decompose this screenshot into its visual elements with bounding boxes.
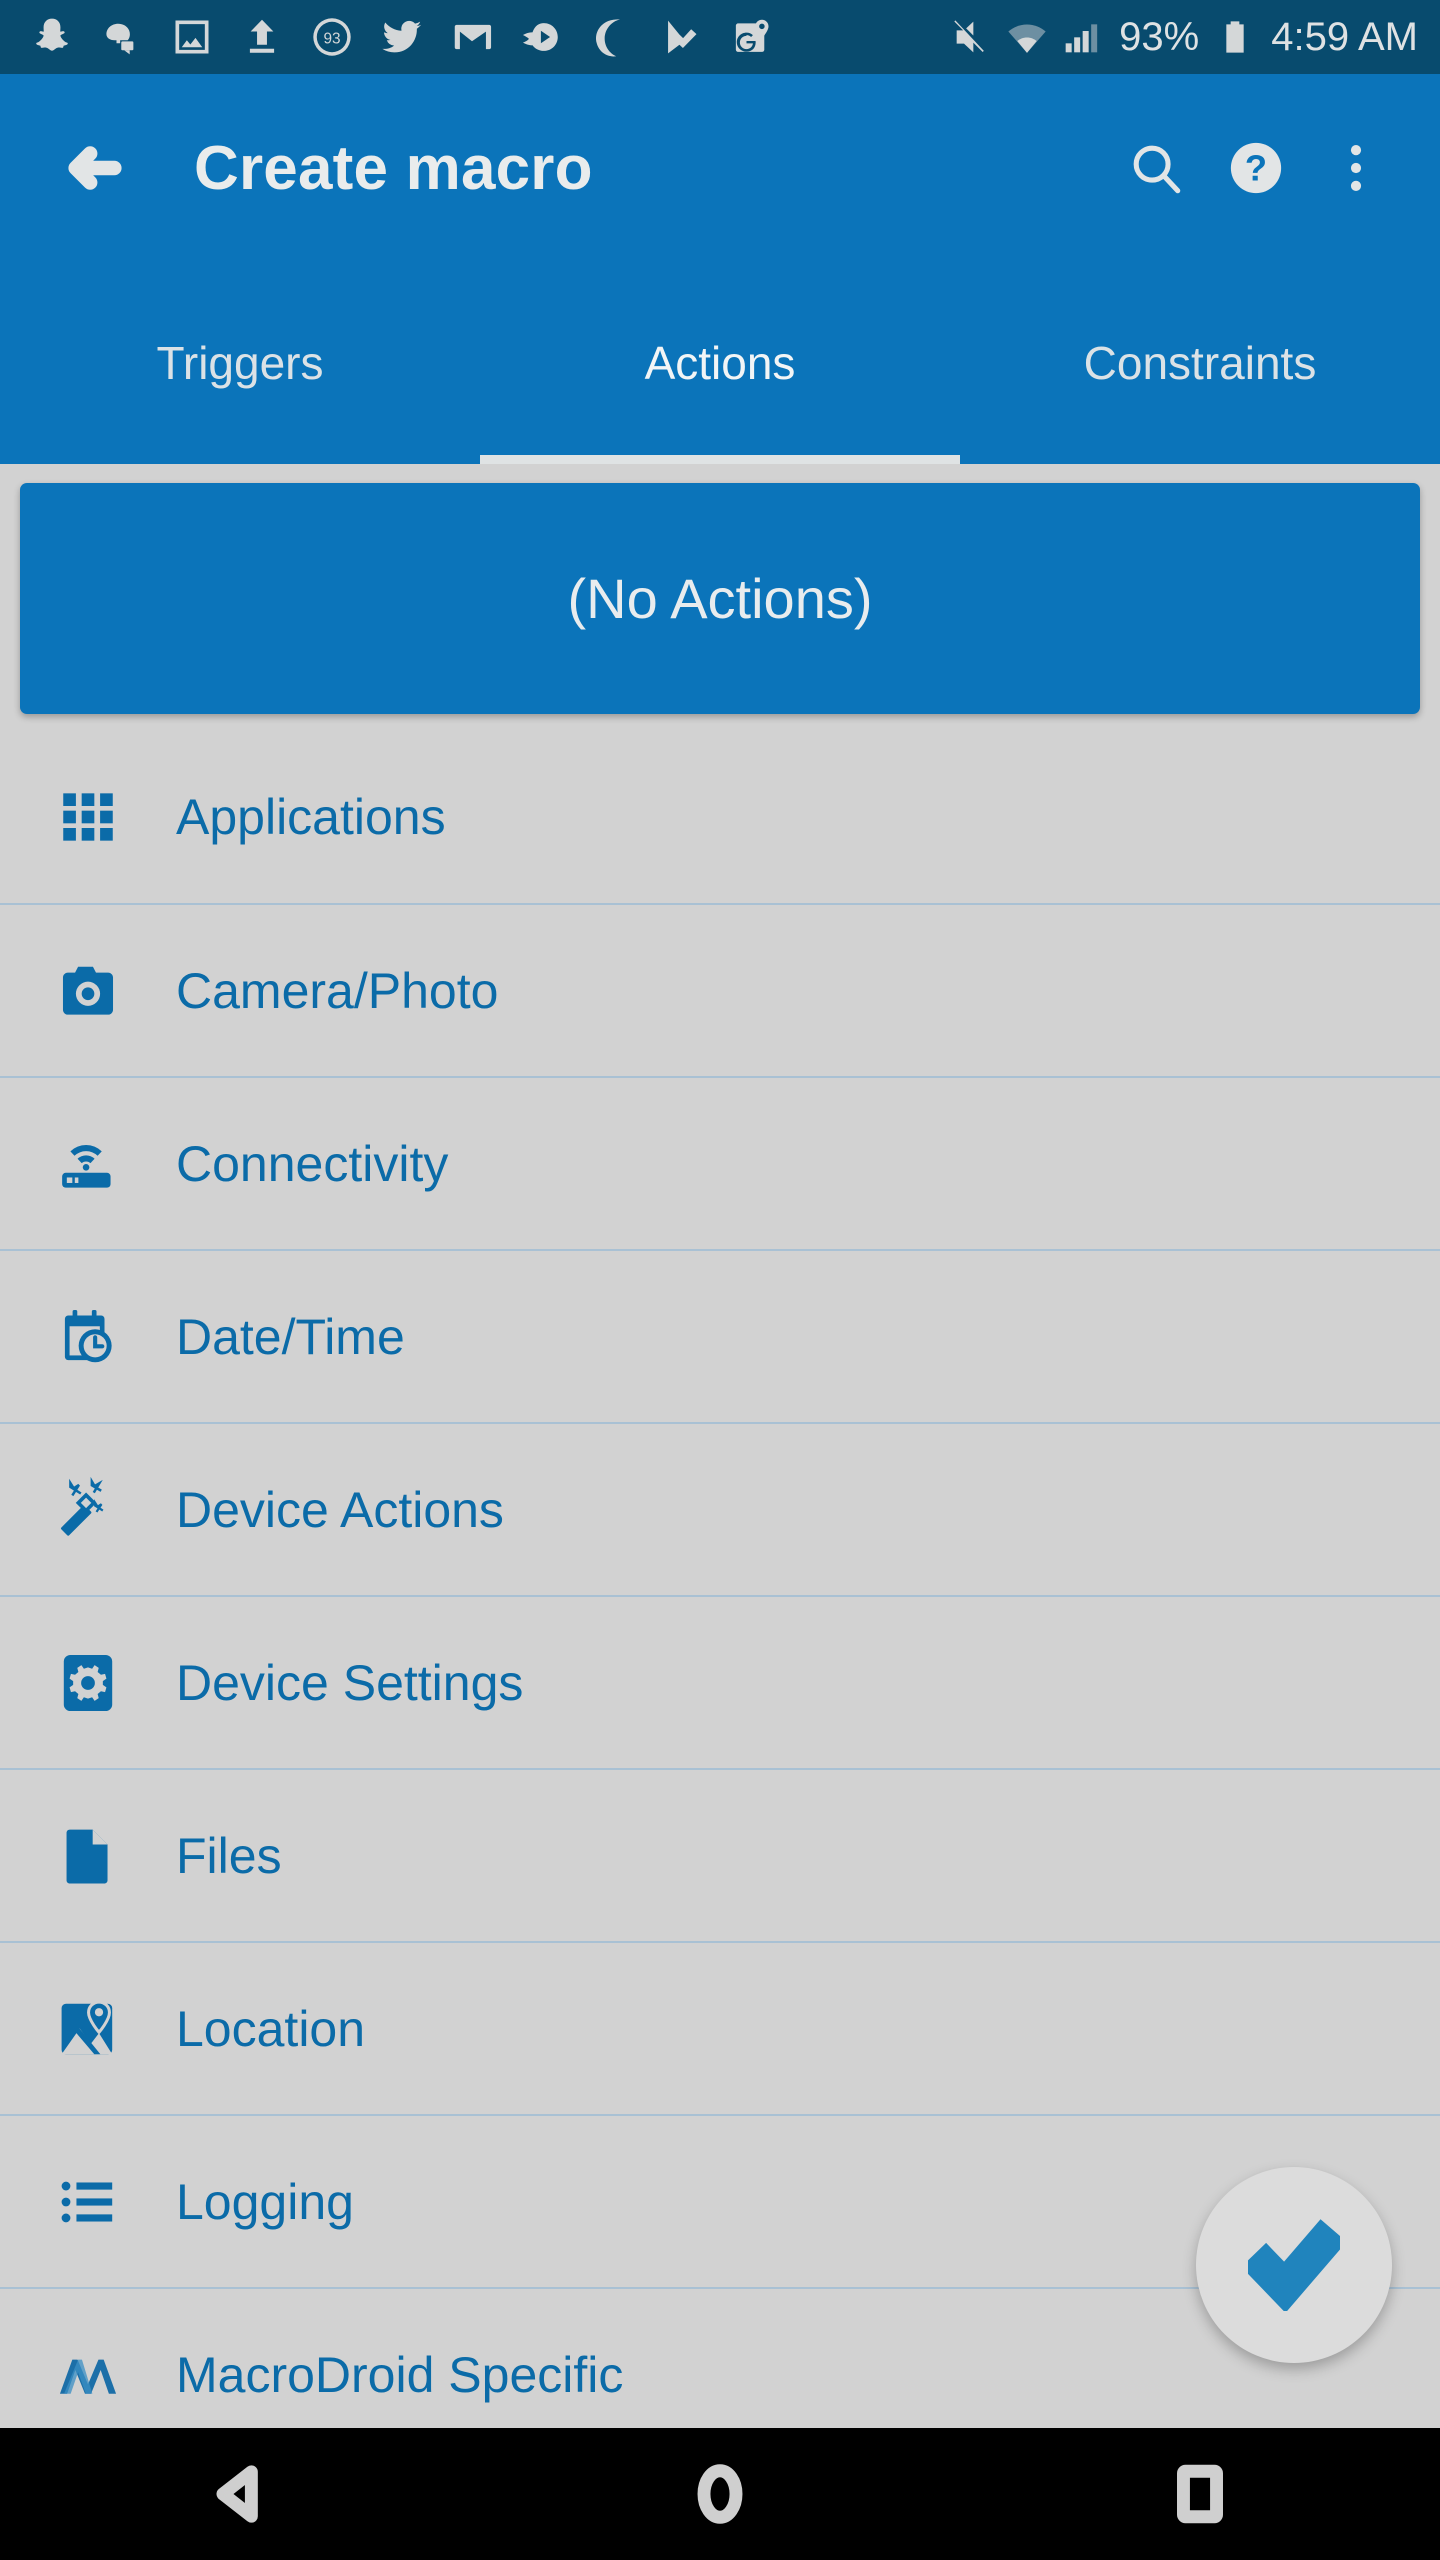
- check-icon: [1248, 2219, 1340, 2311]
- actions-summary-area: (No Actions): [0, 464, 1440, 730]
- camera-icon: [52, 955, 124, 1027]
- tab-constraints[interactable]: Constraints: [960, 262, 1440, 464]
- overflow-menu-button[interactable]: [1308, 120, 1404, 216]
- list-item-label: Date/Time: [176, 1308, 405, 1365]
- router-wifi-icon: [52, 1128, 124, 1200]
- svg-text:?: ?: [1245, 148, 1267, 189]
- tab-active-indicator: [480, 455, 960, 464]
- nav-home-button[interactable]: [620, 2428, 820, 2560]
- list-item[interactable]: Applications: [0, 730, 1440, 903]
- help-circle-icon: ?: [1230, 142, 1282, 194]
- no-actions-label: (No Actions): [567, 567, 873, 630]
- list-item-label: Logging: [176, 2173, 354, 2230]
- list-item-label: Device Settings: [176, 1654, 524, 1711]
- upload-icon: [249, 19, 275, 53]
- app-bar: Create macro ?: [0, 74, 1440, 262]
- nav-recents-button[interactable]: [1100, 2428, 1300, 2560]
- do-not-disturb-moon-icon: [596, 19, 621, 57]
- nav-back-triangle-icon: [216, 2465, 258, 2523]
- phone-screen: 93 93% 4:59 AM Create macro ? Triggers A…: [0, 0, 1440, 2560]
- gmail-icon: [454, 24, 492, 50]
- action-category-list[interactable]: Applications Camera/Photo Connectivity D…: [0, 730, 1440, 2428]
- list-item-label: Location: [176, 2000, 366, 2057]
- tab-triggers-label: Triggers: [156, 337, 324, 389]
- discord-icon: [106, 23, 134, 55]
- list-item[interactable]: Files: [0, 1768, 1440, 1941]
- gear-tile-icon: [52, 1647, 124, 1719]
- clock-label: 4:59 AM: [1271, 15, 1418, 59]
- nav-home-circle-icon: [697, 2464, 743, 2524]
- confirm-fab-button[interactable]: [1196, 2167, 1392, 2363]
- search-icon: [1133, 145, 1181, 194]
- list-item[interactable]: Camera/Photo: [0, 903, 1440, 1076]
- tab-triggers[interactable]: Triggers: [0, 262, 480, 464]
- list-item[interactable]: Device Actions: [0, 1422, 1440, 1595]
- cellular-signal-icon: [1065, 24, 1098, 53]
- list-item-label: Files: [176, 1827, 282, 1884]
- calendar-clock-icon: [52, 1301, 124, 1373]
- arrow-left-icon: [68, 146, 122, 190]
- more-vertical-icon: [1350, 145, 1362, 191]
- back-button[interactable]: [52, 125, 138, 211]
- page-title: Create macro: [194, 133, 593, 203]
- twitter-icon: [382, 20, 422, 53]
- list-item-label: MacroDroid Specific: [176, 2346, 624, 2403]
- nav-recents-square-icon: [1177, 2464, 1223, 2524]
- tab-actions[interactable]: Actions: [480, 262, 960, 464]
- battery-percent-label: 93%: [1119, 15, 1200, 59]
- list-item[interactable]: Device Settings: [0, 1595, 1440, 1768]
- battery-circle-93-icon: 93: [313, 18, 351, 56]
- list-item-label: Applications: [176, 788, 446, 845]
- no-actions-banner[interactable]: (No Actions): [20, 483, 1420, 714]
- bullet-list-icon: [52, 2166, 124, 2238]
- apps-grid-icon: [52, 781, 124, 853]
- magic-wand-icon: [52, 1474, 124, 1546]
- tab-actions-label: Actions: [644, 337, 796, 389]
- list-item-label: Connectivity: [176, 1135, 449, 1192]
- tasks-check-icon: [668, 20, 697, 54]
- volume-mute-icon: [954, 20, 985, 53]
- list-item[interactable]: Location: [0, 1941, 1440, 2114]
- system-navigation-bar: [0, 2428, 1440, 2560]
- nav-back-button[interactable]: [140, 2428, 340, 2560]
- snapchat-icon: [36, 18, 68, 51]
- list-item-label: Device Actions: [176, 1481, 504, 1538]
- list-item[interactable]: Connectivity: [0, 1076, 1440, 1249]
- google-maps-icon: [735, 19, 769, 52]
- battery-icon: [1226, 21, 1244, 53]
- list-item-label: Camera/Photo: [176, 962, 499, 1019]
- tab-bar: Triggers Actions Constraints: [0, 262, 1440, 464]
- help-button[interactable]: ?: [1204, 120, 1308, 216]
- media-play-icon: [522, 23, 558, 51]
- list-item[interactable]: Date/Time: [0, 1249, 1440, 1422]
- status-bar: 93 93% 4:59 AM: [0, 0, 1440, 74]
- svg-text:93: 93: [323, 31, 340, 48]
- status-bar-system-icons: 93% 4:59 AM: [951, 17, 1418, 57]
- search-button[interactable]: [1108, 120, 1204, 216]
- map-pin-icon: [52, 1993, 124, 2065]
- document-icon: [52, 1820, 124, 1892]
- tab-constraints-label: Constraints: [1083, 337, 1317, 389]
- wifi-icon: [1008, 24, 1046, 53]
- macrodroid-logo-icon: [52, 2339, 124, 2411]
- status-bar-notification-icons: 93: [30, 15, 951, 59]
- photo-icon: [175, 20, 209, 54]
